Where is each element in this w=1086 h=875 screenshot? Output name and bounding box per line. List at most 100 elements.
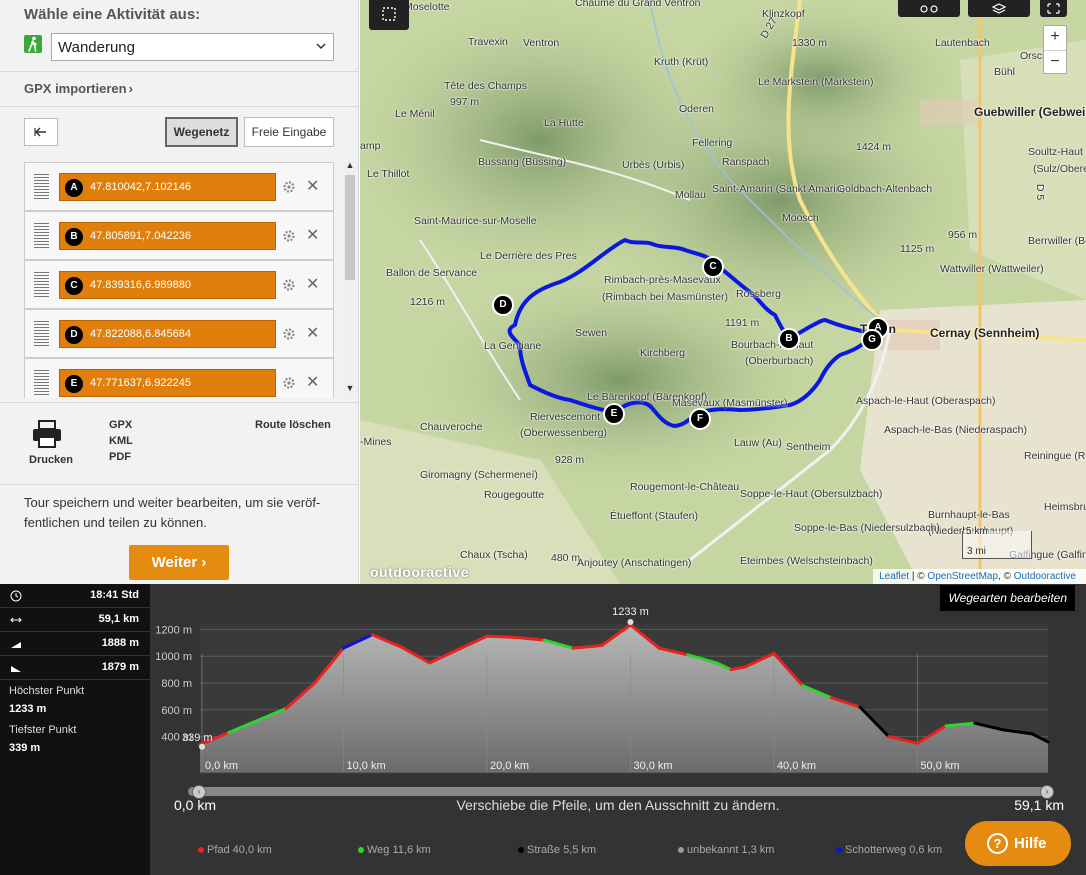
scale-km-label: 5 km (966, 526, 988, 537)
legend-item: unbekannt 1,3 km (678, 844, 774, 856)
waypoint-field[interactable]: C 47.839316,6.989880 (59, 271, 276, 299)
gear-icon[interactable] (282, 376, 296, 390)
drag-handle-icon[interactable] (34, 174, 49, 200)
waypoint-field[interactable]: A 47.810042,7.102146 (59, 173, 276, 201)
map-label: Goldbach-Altenbach (837, 183, 933, 195)
legend-item: Schotterweg 0,6 km (836, 844, 942, 856)
min-point-marker (199, 743, 205, 750)
remove-waypoint-icon[interactable]: ✕ (306, 326, 319, 342)
y-tick-label: 800 m (161, 678, 192, 690)
route-marker[interactable]: D (492, 294, 514, 316)
map-label: Moselotte (404, 1, 450, 13)
route-marker[interactable]: C (702, 256, 724, 278)
undo-button[interactable] (24, 118, 58, 146)
routing-profile-button[interactable] (898, 0, 960, 17)
waypoint-coordinates: 47.839316,6.989880 (90, 279, 191, 291)
remove-waypoint-icon[interactable]: ✕ (306, 179, 319, 195)
remove-waypoint-icon[interactable]: ✕ (306, 277, 319, 293)
waypoint-field[interactable]: B 47.805891,7.042236 (59, 222, 276, 250)
lowest-point-value: 339 m (9, 742, 41, 754)
delete-route-button[interactable]: Route löschen (255, 419, 331, 431)
gpx-import-link[interactable]: GPX importieren › (24, 81, 133, 96)
activity-select-value: Wanderung (58, 39, 135, 56)
stat-ascent: 1888 m (0, 632, 150, 656)
map-label: Rougegoutte (484, 489, 545, 501)
range-end-label: 59,1 km (1014, 797, 1064, 813)
range-slider[interactable] (188, 787, 1050, 796)
map-label: Guebwiller (Gebweil (974, 105, 1086, 119)
printer-icon[interactable] (31, 419, 63, 449)
waypoint-row[interactable]: A 47.810042,7.102146 ✕ (24, 162, 334, 211)
waypoint-field[interactable]: E 47.771637,6.922245 (59, 369, 276, 397)
outdooractive-link[interactable]: Outdooractive (1014, 571, 1076, 582)
route-marker[interactable]: F (689, 408, 711, 430)
export-pdf-link[interactable]: PDF (109, 451, 131, 463)
continue-button[interactable]: Weiter › (129, 545, 229, 580)
waypoint-letter: E (65, 375, 83, 393)
map-label: La Gentiane (484, 340, 542, 352)
map-label: Ballon de Servance (386, 267, 478, 279)
remove-waypoint-icon[interactable]: ✕ (306, 228, 319, 244)
waypoint-field[interactable]: D 47.822088,6.845684 (59, 320, 276, 348)
help-button[interactable]: ? Hilfe (965, 821, 1071, 866)
route-marker[interactable]: B (778, 328, 800, 350)
route-marker[interactable]: E (603, 403, 625, 425)
waypoint-row[interactable]: B 47.805891,7.042236 ✕ (24, 211, 334, 260)
drag-handle-icon[interactable] (34, 370, 49, 396)
lowest-point-label: Tiefster Punkt (9, 724, 77, 736)
drag-handle-icon[interactable] (34, 321, 49, 347)
map-label: Tête des Champs (444, 80, 527, 92)
leaflet-link[interactable]: Leaflet (879, 571, 909, 582)
waypoint-row[interactable]: E 47.771637,6.922245 ✕ (24, 358, 334, 398)
scroll-up-icon[interactable]: ▲ (343, 160, 357, 172)
elevation-chart[interactable]: 1200 m1000 m800 m600 m400 m0,0 km 10,0 km… (150, 584, 1086, 784)
zoom-in-button[interactable]: + (1044, 26, 1066, 50)
print-button[interactable]: Drucken (29, 454, 73, 466)
scrollbar-thumb[interactable] (345, 175, 355, 280)
map-label: Wattwiller (Wattweiler) (940, 263, 1044, 275)
fullscreen-button[interactable] (1040, 0, 1067, 17)
chevron-right-icon: › (128, 81, 133, 96)
divider (0, 106, 359, 107)
map-label: Heimsbrun (1044, 501, 1086, 513)
divider (0, 484, 359, 485)
waypoint-row[interactable]: C 47.839316,6.989880 ✕ (24, 260, 334, 309)
map-label: 997 m (450, 96, 480, 108)
chevron-down-icon (316, 43, 326, 50)
map-label: Urbès (Urbis) (622, 159, 685, 171)
routing-free-button[interactable]: Freie Eingabe (244, 117, 334, 147)
remove-waypoint-icon[interactable]: ✕ (306, 375, 319, 391)
drag-handle-icon[interactable] (34, 272, 49, 298)
area-select-button[interactable] (369, 0, 409, 30)
routing-network-button[interactable]: Wegenetz (165, 117, 238, 147)
route-marker[interactable]: G (861, 329, 883, 351)
layers-button[interactable] (968, 0, 1030, 17)
map-label: La Hutte (544, 117, 584, 129)
gear-icon[interactable] (282, 229, 296, 243)
export-gpx-link[interactable]: GPX (109, 419, 132, 431)
osm-link[interactable]: OpenStreetMap (927, 571, 998, 582)
map-label: Rougemont-le-Château (630, 481, 740, 493)
map-label: Giromagny (Schermeneí) (420, 469, 538, 481)
gear-icon[interactable] (282, 180, 296, 194)
export-kml-link[interactable]: KML (109, 435, 133, 447)
zoom-out-button[interactable]: − (1044, 50, 1066, 74)
map-label: Travexin (468, 36, 508, 48)
ascent-icon (11, 642, 21, 648)
map-label: Riervescemont (530, 411, 601, 423)
map-label: 956 m (948, 229, 978, 241)
question-mark-icon: ? (987, 833, 1008, 854)
stat-ascent-value: 1888 m (101, 637, 139, 649)
map-label: Lautenbach (935, 37, 990, 49)
gear-icon[interactable] (282, 327, 296, 341)
app-root: Wähle eine Aktivität aus: Wanderung GPX … (0, 0, 1086, 875)
waypoint-row[interactable]: D 47.822088,6.845684 ✕ (24, 309, 334, 358)
map-label: (Rimbach bei Masmünster) (602, 291, 729, 303)
scroll-down-icon[interactable]: ▼ (343, 383, 357, 395)
gear-icon[interactable] (282, 278, 296, 292)
drag-handle-icon[interactable] (34, 223, 49, 249)
activity-select[interactable]: Wanderung (51, 33, 334, 61)
map-label: Eteimbes (Welschsteinbach) (740, 555, 873, 567)
map-view[interactable]: Moselotte Chaume du Grand Ventron Klinzkop… (360, 0, 1086, 584)
map-label: Bourbach-le-Haut (731, 339, 814, 351)
